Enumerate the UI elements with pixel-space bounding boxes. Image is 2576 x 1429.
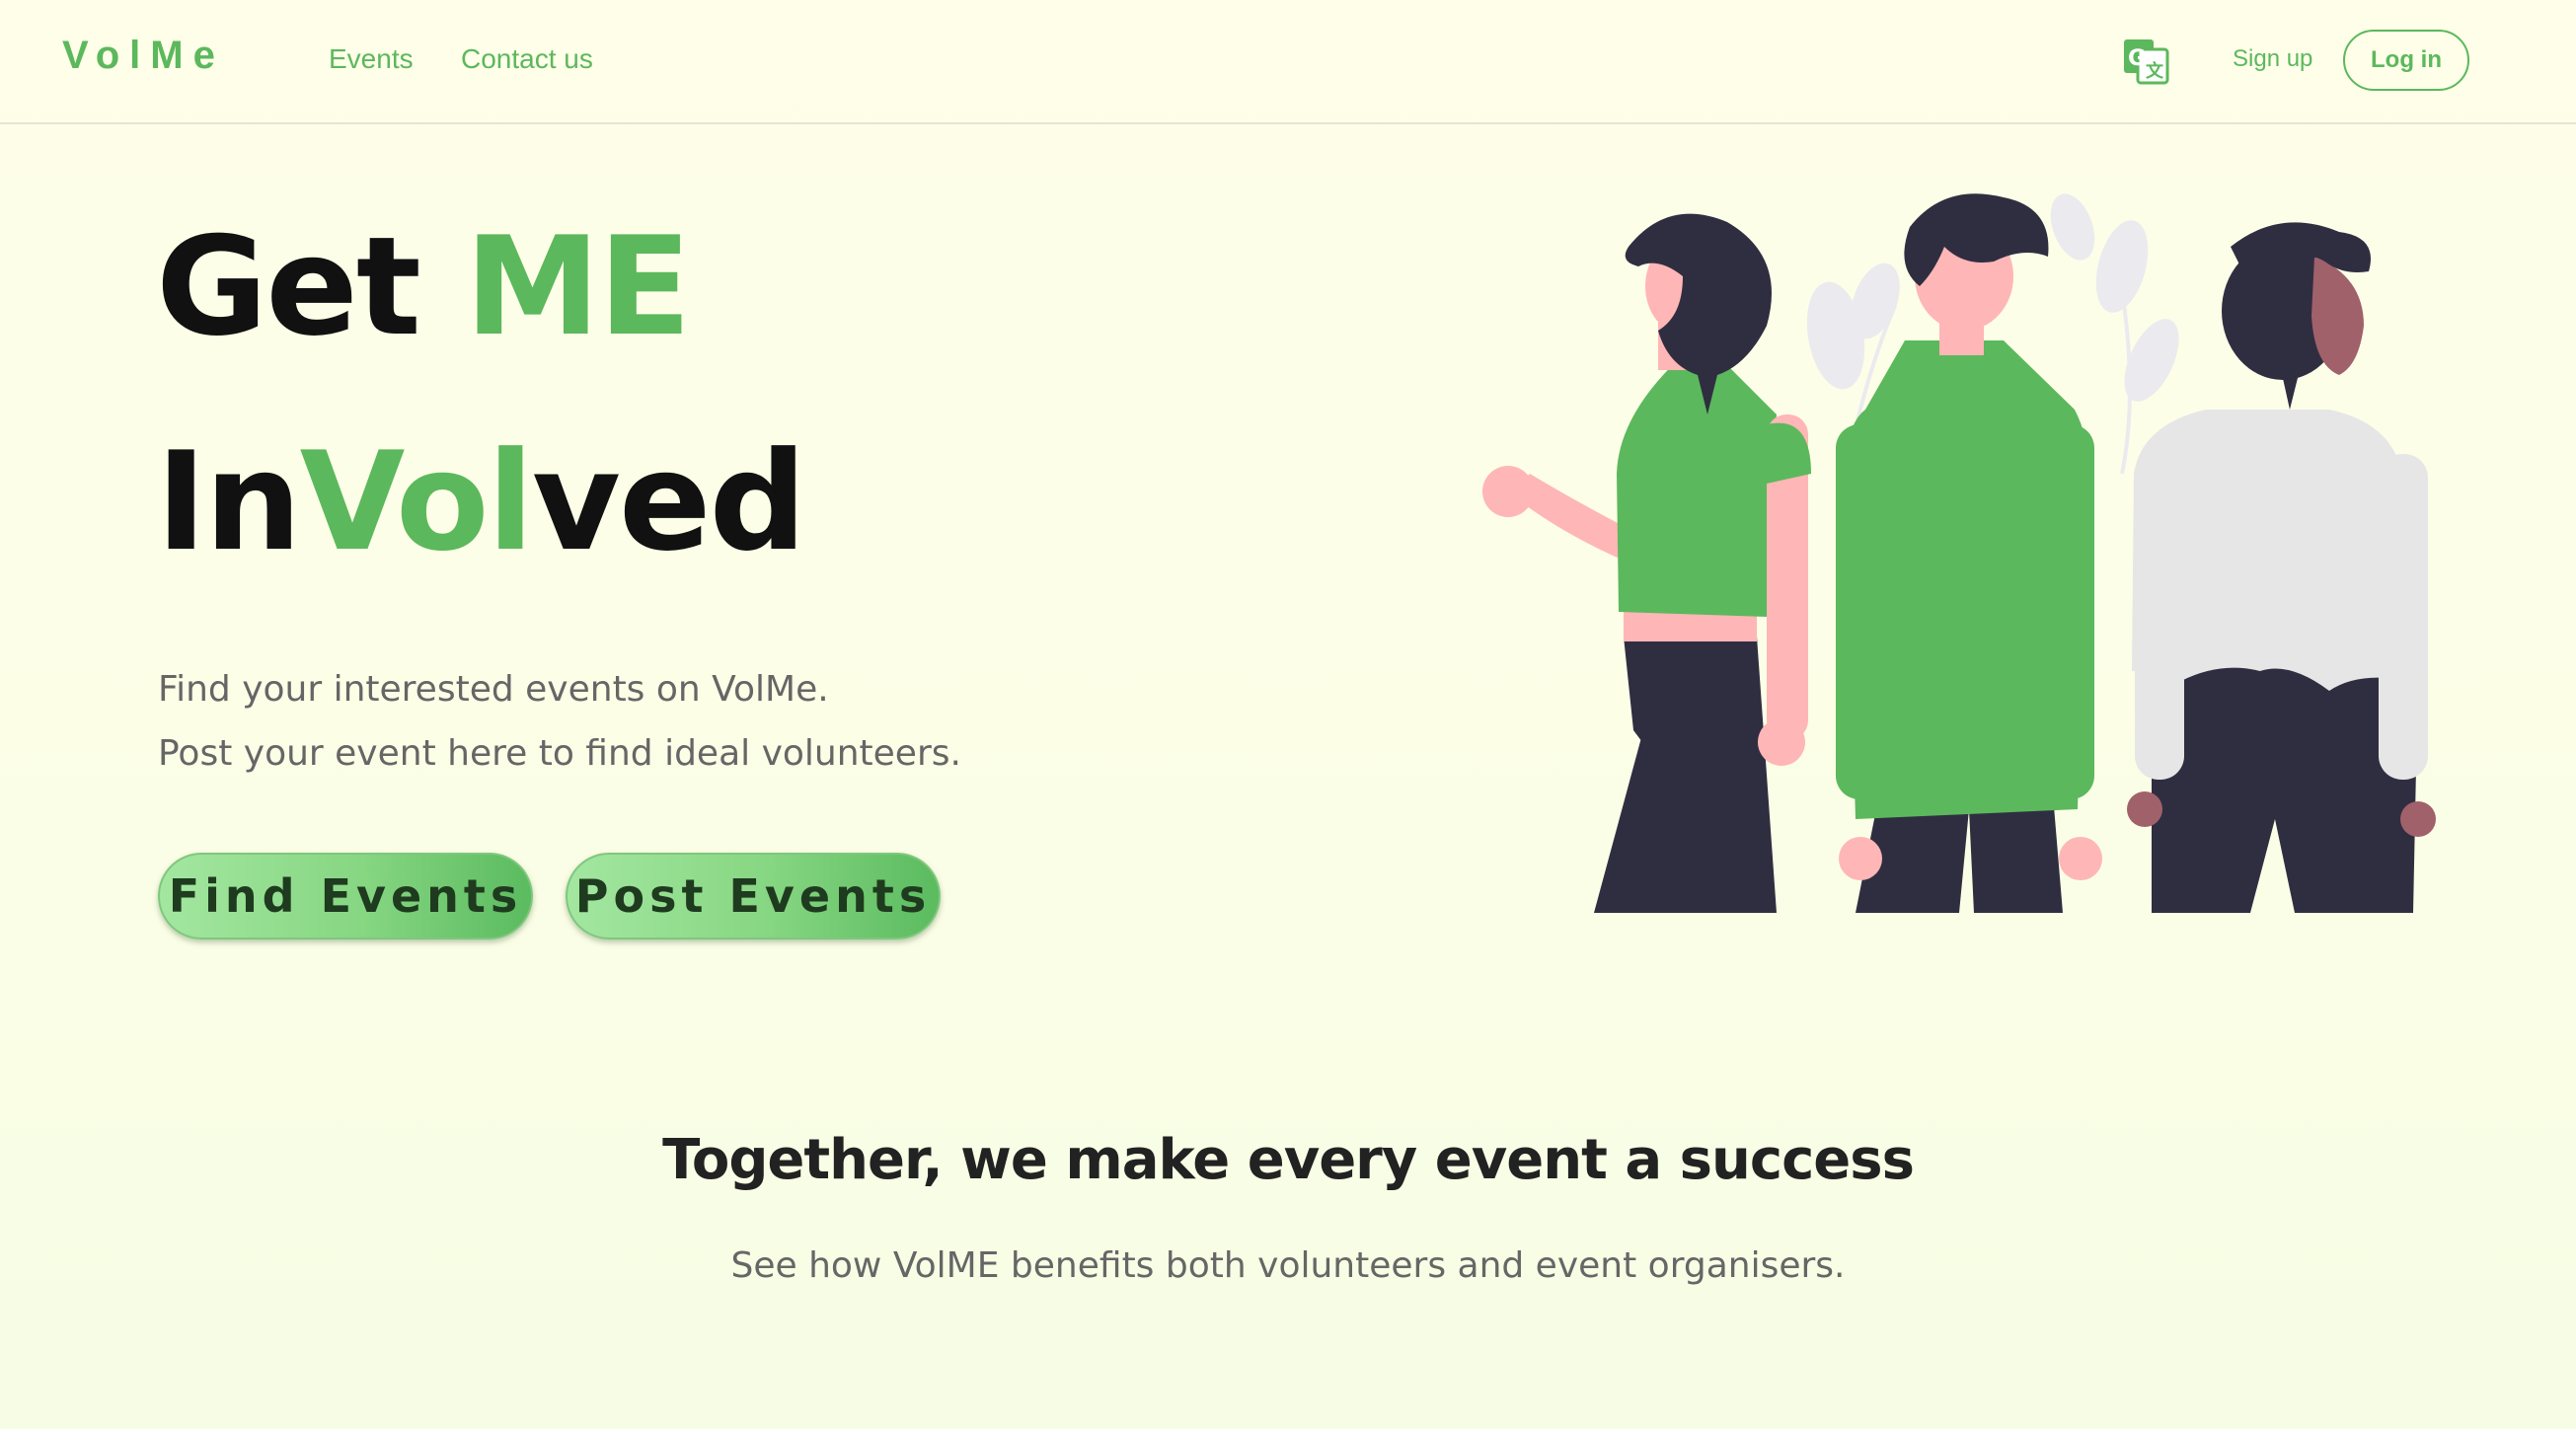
hero-subtitle-1: Find your interested events on VolMe.: [158, 669, 829, 710]
three-people-illustration: [1482, 193, 2436, 913]
nav-link-events[interactable]: Events: [329, 43, 414, 75]
find-events-button[interactable]: Find Events: [158, 853, 533, 940]
hero-word-me: ME: [464, 207, 692, 366]
hero-word-vol: Vol: [299, 422, 534, 581]
hero-subtitle-2: Post your event here to find ideal volun…: [158, 733, 961, 774]
post-events-button[interactable]: Post Events: [566, 853, 941, 940]
hero-heading-line-1: Get ME: [156, 207, 692, 366]
benefits-section-subtitle: See how VolME benefits both volunteers a…: [730, 1245, 1846, 1286]
hero-word-ved: ved: [531, 422, 806, 581]
logo[interactable]: VolMe: [62, 34, 225, 78]
top-navbar: VolMe Events Contact us G 文 Sign up Log …: [0, 0, 2576, 124]
svg-text:G: G: [2128, 46, 2146, 71]
hero-heading-line-2: InVolved: [156, 422, 806, 581]
hero-word-in: In: [156, 422, 302, 581]
person-woman-left: [1482, 213, 1811, 913]
log-in-button[interactable]: Log in: [2343, 30, 2469, 91]
sign-up-link[interactable]: Sign up: [2233, 45, 2312, 73]
google-translate-icon[interactable]: G 文: [2122, 38, 2169, 85]
nav-link-contact-us[interactable]: Contact us: [461, 43, 593, 75]
hero-word-get: Get: [156, 207, 465, 366]
svg-text:文: 文: [2146, 60, 2164, 82]
benefits-section-title: Together, we make every event a success: [662, 1128, 1915, 1192]
